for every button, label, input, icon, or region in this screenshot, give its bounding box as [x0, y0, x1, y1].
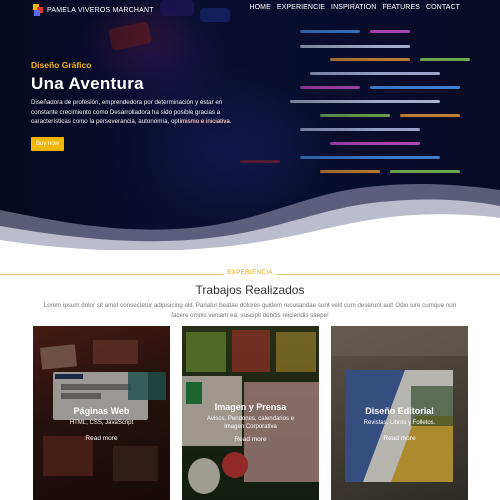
card-editorial-title: Diseño Editorial — [365, 406, 434, 416]
nav-menu: HOME EXPERIENCIE INSPIRATION FEATURES CO… — [249, 4, 460, 11]
nav-home-link[interactable]: HOME — [249, 4, 270, 11]
brand[interactable]: PAMELA VIVEROS MARCHANT — [33, 4, 154, 16]
section-title: Trabajos Realizados — [195, 283, 305, 297]
card-press-caption: Imagen y Prensa Avisos, Pendones, calend… — [182, 402, 319, 443]
top-navigation: PAMELA VIVEROS MARCHANT HOME EXPERIENCIE… — [0, 0, 500, 18]
card-editorial-read-more[interactable]: Read more — [331, 435, 468, 442]
hero-content: Diseño Gráfico Una Aventura Diseñadora d… — [31, 60, 246, 151]
section-eyebrow-text: EXPERIENCIA — [224, 270, 276, 276]
card-press-title: Imagen y Prensa — [214, 402, 287, 412]
hero-eyebrow: Diseño Gráfico — [31, 60, 92, 70]
section-description: Lorem ipsum dolor sit amet consectetur a… — [43, 302, 457, 319]
card-web-subtitle: HTML, CSS, JavaScript — [69, 420, 134, 426]
hero-description: Diseñadora de profesión, emprendedora po… — [31, 99, 232, 125]
section-eyebrow: EXPERIENCIA — [0, 270, 500, 276]
hero-wave — [0, 184, 500, 250]
nav-experiencie-link[interactable]: EXPERIENCIE — [277, 4, 325, 11]
card-paginas-web[interactable]: Páginas Web HTML, CSS, JavaScript Read m… — [33, 326, 170, 500]
card-diseno-editorial[interactable]: Diseño Editorial Revistas, Libros y Foll… — [331, 326, 468, 500]
brand-name: PAMELA VIVEROS MARCHANT — [47, 6, 154, 14]
card-web-caption: Páginas Web HTML, CSS, JavaScript Read m… — [33, 406, 170, 442]
card-press-subtitle: Avisos, Pendones, calendarios e Imagen C… — [207, 416, 294, 430]
card-imagen-prensa[interactable]: Imagen y Prensa Avisos, Pendones, calend… — [182, 326, 319, 500]
card-web-title: Páginas Web — [73, 406, 130, 416]
hero-title: Una Aventura — [31, 74, 144, 93]
card-editorial-subtitle: Revistas, Libros y Folletos. — [363, 420, 436, 426]
card-press-read-more[interactable]: Read more — [182, 436, 319, 443]
nav-contact-link[interactable]: CONTACT — [426, 4, 460, 11]
nav-inspiration-link[interactable]: INSPIRATION — [331, 4, 376, 11]
card-web-read-more[interactable]: Read more — [33, 435, 170, 442]
nav-features-link[interactable]: FEATURES — [382, 4, 420, 11]
card-editorial-caption: Diseño Editorial Revistas, Libros y Foll… — [331, 406, 468, 442]
buy-now-button[interactable]: Buy now — [31, 136, 64, 151]
brand-logo-icon — [33, 4, 43, 16]
